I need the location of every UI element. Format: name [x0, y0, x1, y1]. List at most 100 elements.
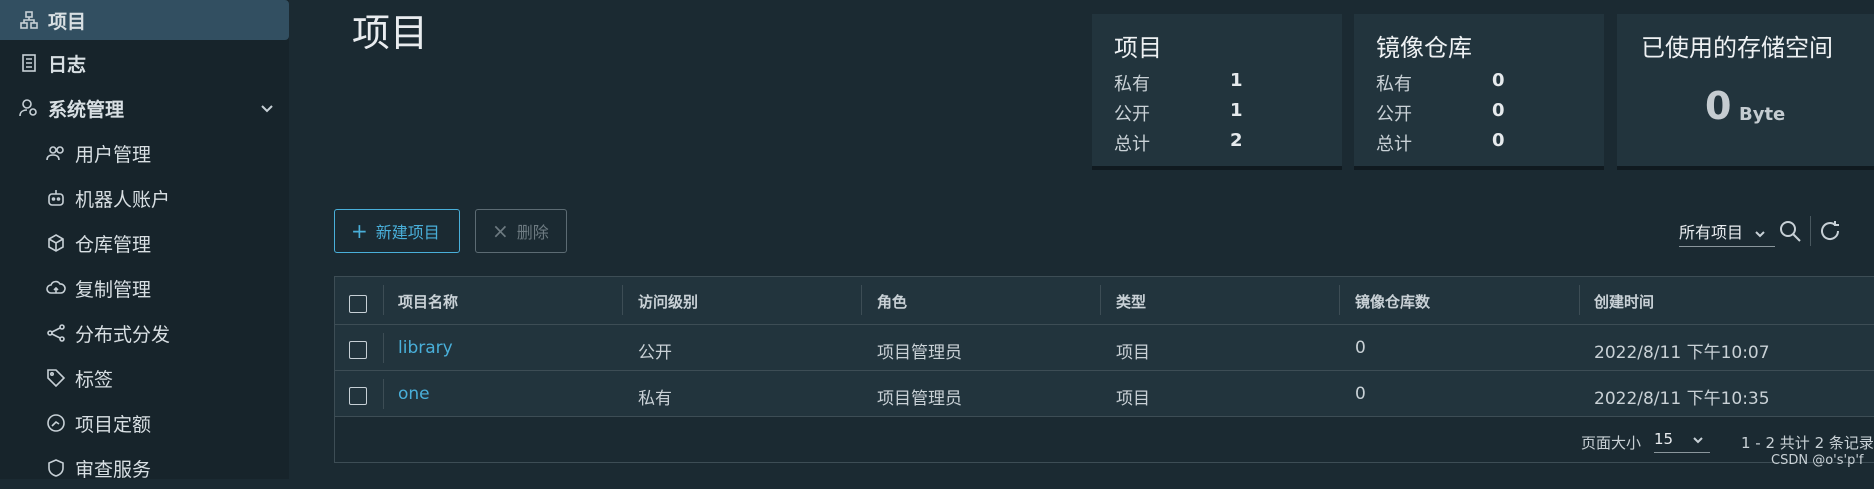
column-divider	[383, 333, 384, 363]
delete-label: 删除	[516, 223, 549, 242]
table-footer: 页面大小 1 - 2 共计 2 条记录	[335, 416, 1874, 462]
sidebar-item-distribution[interactable]: 分布式分发	[0, 312, 289, 354]
row-checkbox[interactable]	[349, 341, 367, 359]
column-divider	[383, 285, 384, 315]
row-checkbox[interactable]	[349, 387, 367, 405]
project-name-link[interactable]: library	[398, 338, 453, 358]
watermark: CSDN @o's'p'f	[1771, 453, 1864, 468]
storage-unit: Byte	[1739, 104, 1786, 125]
select-all-checkbox[interactable]	[349, 295, 367, 313]
registry-icon	[45, 232, 67, 254]
page-title: 项目	[352, 11, 429, 55]
stat-label: 公开	[1376, 104, 1412, 125]
created-cell: 2022/8/11 下午10:35	[1594, 389, 1770, 409]
sidebar-item-logs[interactable]: 日志	[0, 42, 289, 84]
chevron-down-icon	[1692, 430, 1704, 448]
column-divider	[861, 285, 862, 315]
stat-value: 0	[1492, 100, 1505, 121]
sidebar-item-replication[interactable]: 复制管理	[0, 267, 289, 309]
header-created[interactable]: 创建时间	[1594, 291, 1654, 312]
search-icon[interactable]	[1778, 219, 1802, 247]
access-cell: 私有	[638, 389, 672, 409]
sidebar-item-label: 项目定额	[75, 413, 152, 436]
repos-card: 镜像仓库 私有 0 公开 0 总计 0	[1354, 14, 1604, 170]
filter-value: 所有项目	[1679, 223, 1744, 242]
chevron-down-icon	[1754, 223, 1766, 242]
sidebar-item-admin[interactable]: 系统管理	[0, 87, 289, 129]
sidebar-item-users[interactable]: 用户管理	[0, 132, 289, 174]
page-size-value: 15	[1654, 430, 1674, 448]
stat-row: 私有 0	[1376, 70, 1505, 96]
stat-row: 私有 1	[1114, 70, 1243, 96]
column-divider	[1339, 285, 1340, 315]
quota-icon	[45, 412, 67, 434]
created-cell: 2022/8/11 下午10:07	[1594, 343, 1770, 363]
stat-label: 公开	[1114, 104, 1150, 125]
stat-row: 总计 2	[1114, 130, 1243, 156]
distribution-icon	[45, 322, 67, 344]
role-cell: 项目管理员	[877, 343, 962, 363]
sidebar-item-label: 仓库管理	[75, 233, 152, 256]
column-divider	[1100, 285, 1101, 315]
close-icon: ×	[492, 219, 509, 243]
header-name[interactable]: 项目名称	[398, 291, 458, 312]
stat-value: 2	[1230, 130, 1243, 151]
header-type[interactable]: 类型	[1116, 291, 1146, 312]
stat-label: 总计	[1114, 134, 1150, 155]
stat-row: 总计 0	[1376, 130, 1505, 156]
sidebar-item-label: 机器人账户	[75, 188, 171, 211]
robot-icon	[45, 187, 67, 209]
column-divider	[1579, 285, 1580, 315]
stat-row: 公开 1	[1114, 100, 1243, 126]
header-access[interactable]: 访问级别	[638, 291, 698, 312]
repo-count-cell: 0	[1355, 338, 1366, 358]
chevron-down-icon[interactable]	[259, 99, 275, 121]
table-row: library 公开 项目管理员 项目 0 2022/8/11 下午10:07	[335, 325, 1874, 371]
sidebar-item-audit[interactable]: 审查服务	[0, 447, 289, 489]
sidebar-item-label: 项目	[48, 10, 87, 33]
project-filter-select[interactable]: 所有项目	[1679, 219, 1775, 247]
sidebar-item-label: 用户管理	[75, 143, 152, 166]
header-repo-count[interactable]: 镜像仓库数	[1355, 291, 1430, 312]
plus-icon: +	[351, 219, 368, 243]
sidebar-item-label: 复制管理	[75, 278, 152, 301]
page-size-label: 页面大小	[1581, 434, 1642, 452]
table-header: 项目名称 访问级别 角色 类型 镜像仓库数 创建时间	[335, 277, 1874, 325]
stat-value: 0	[1492, 130, 1505, 151]
sidebar-item-robots[interactable]: 机器人账户	[0, 177, 289, 219]
refresh-icon[interactable]	[1818, 219, 1842, 247]
new-project-button[interactable]: + 新建项目	[334, 209, 460, 253]
project-name-link[interactable]: one	[398, 384, 430, 404]
card-title: 已使用的存储空间	[1641, 34, 1833, 62]
type-cell: 项目	[1116, 343, 1150, 363]
stat-value: 1	[1230, 70, 1243, 91]
sidebar: 项目 日志 系统管理 用户管理 机器人账户 仓库管理 复制管理 分布式分发 标签…	[0, 0, 289, 481]
stat-label: 私有	[1114, 74, 1150, 95]
column-divider	[622, 285, 623, 315]
table-row: one 私有 项目管理员 项目 0 2022/8/11 下午10:35	[335, 371, 1874, 417]
type-cell: 项目	[1116, 389, 1150, 409]
role-cell: 项目管理员	[877, 389, 962, 409]
page-size-select[interactable]: 15	[1654, 430, 1710, 453]
access-cell: 公开	[638, 343, 672, 363]
sidebar-item-quotas[interactable]: 项目定额	[0, 402, 289, 444]
column-divider	[383, 379, 384, 409]
new-project-label: 新建项目	[375, 223, 440, 242]
sidebar-item-projects[interactable]: 项目	[0, 0, 289, 40]
card-title: 项目	[1114, 34, 1162, 62]
projects-table: 项目名称 访问级别 角色 类型 镜像仓库数 创建时间 library 公开 项目…	[334, 276, 1874, 463]
delete-button[interactable]: × 删除	[475, 209, 567, 253]
sidebar-item-tags[interactable]: 标签	[0, 357, 289, 399]
sidebar-item-registries[interactable]: 仓库管理	[0, 222, 289, 264]
stat-label: 私有	[1376, 74, 1412, 95]
stat-label: 总计	[1376, 134, 1412, 155]
log-icon	[18, 52, 40, 74]
header-role[interactable]: 角色	[877, 291, 907, 312]
tag-icon	[45, 367, 67, 389]
repo-count-cell: 0	[1355, 384, 1366, 404]
sidebar-item-label: 日志	[48, 53, 87, 76]
sidebar-item-label: 系统管理	[48, 98, 125, 121]
project-icon	[18, 9, 40, 31]
stat-row: 公开 0	[1376, 100, 1505, 126]
storage-value: 0	[1705, 84, 1732, 128]
